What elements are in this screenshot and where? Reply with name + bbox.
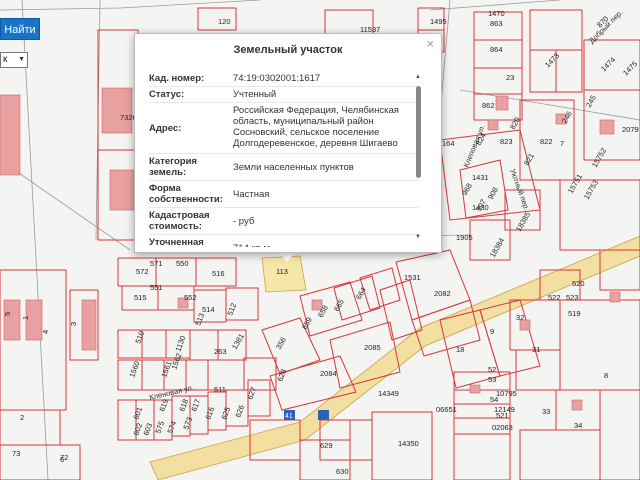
parcel-label: 10795: [496, 389, 517, 398]
parcel-label: 862: [482, 101, 495, 110]
row-value: 714 кв.м: [233, 235, 417, 248]
popup-tail: [278, 252, 296, 262]
parcel-label: 521: [496, 411, 509, 420]
layer-select-value: к: [3, 54, 8, 65]
row-value: Российская Федерация, Челябинская област…: [233, 105, 399, 149]
row-label: Уточненная площадь:: [149, 237, 204, 247]
parcel-label: 06651: [436, 405, 457, 414]
parcel-label: 7: [560, 139, 564, 148]
parcel-label: 551: [150, 283, 163, 292]
parcel-label: 2: [20, 413, 24, 422]
info-row-area: Уточненная площадь: 714 кв.м: [149, 235, 419, 247]
parcel-label: 516: [212, 269, 225, 278]
road-badge: 41: [285, 413, 293, 420]
parcel-label: 550: [176, 259, 189, 268]
info-row-cadastral-number: Кад. номер: 74:19:0302001:1617: [149, 71, 419, 87]
parcel-label: 72: [60, 453, 68, 462]
parcel-label: 14350: [398, 439, 419, 448]
parcel-label: 23: [506, 73, 514, 82]
parcel-label: 822: [540, 137, 553, 146]
parcel-label: 8: [604, 371, 608, 380]
row-label: Категория земель:: [149, 156, 197, 178]
parcel-label: 2084: [320, 369, 337, 378]
parcel-label: 1: [21, 316, 30, 320]
scroll-thumb[interactable]: [416, 86, 421, 178]
parcel-label: 1470: [488, 9, 505, 18]
row-label: Кад. номер:: [149, 73, 205, 84]
row-label: Адрес:: [149, 122, 182, 134]
parcel-label: 3: [69, 322, 78, 326]
parcel-label: 863: [490, 19, 503, 28]
row-label: Кадастровая стоимость:: [149, 210, 210, 232]
parcel-label: 515: [134, 293, 147, 302]
parcel-label: 2079: [622, 125, 639, 134]
row-label: Форма собственности:: [149, 183, 223, 205]
parcel-info-popup: Земельный участок × Кад. номер: 74:19:03…: [134, 33, 442, 253]
parcel-label: 113: [276, 267, 288, 276]
parcel-label: 630: [336, 467, 349, 476]
scroll-up-icon[interactable]: ▲: [415, 74, 421, 80]
find-button[interactable]: Найти: [0, 18, 40, 40]
row-value: Учтенный: [233, 89, 277, 100]
close-icon[interactable]: ×: [426, 36, 434, 51]
parcel-label: 34: [574, 421, 582, 430]
parcel-label: 520: [572, 279, 585, 288]
parcel-label: 1495: [430, 17, 447, 26]
parcel-label: 629: [320, 441, 333, 450]
parcel-label: 02063: [492, 423, 513, 432]
parcel-label: 514: [202, 305, 215, 314]
parcel-label: 9: [490, 327, 494, 336]
parcel-label: 32: [516, 313, 524, 322]
popup-scrollbar[interactable]: ▲ ▼: [415, 74, 422, 244]
parcel-label: 164: [442, 139, 455, 148]
parcel-label: 522: [548, 293, 561, 302]
parcel-label: 120: [218, 17, 231, 26]
parcel-label: 73: [12, 449, 20, 458]
parcel-label: 511: [214, 385, 226, 394]
parcel-label: 54: [490, 395, 498, 404]
info-row-ownership: Форма собственности: Частная: [149, 181, 419, 208]
info-row-status: Статус: Учтенный: [149, 87, 419, 103]
layer-select[interactable]: к ▼: [0, 52, 28, 68]
parcel-label: 552: [184, 293, 197, 302]
parcel-label: 2082: [434, 289, 451, 298]
popup-body: Кад. номер: 74:19:0302001:1617 Статус: У…: [149, 71, 419, 247]
parcel-label: 571: [150, 259, 163, 268]
parcel-label: 1531: [404, 273, 421, 282]
parcel-label: 53: [488, 375, 496, 384]
info-row-cadastral-value: Кадастровая стоимость: - руб: [149, 208, 419, 235]
parcel-label: 519: [568, 309, 581, 318]
parcel-label: 33: [542, 407, 550, 416]
parcel-label: 1431: [472, 173, 489, 182]
parcel-label: 14349: [378, 389, 399, 398]
parcel-label: 18: [456, 345, 464, 354]
parcel-label: 864: [490, 45, 503, 54]
parcel-label: 5: [3, 312, 12, 316]
parcel-label: 823: [500, 137, 513, 146]
parcel-label: 263: [214, 347, 227, 356]
chevron-down-icon: ▼: [18, 56, 25, 63]
parcel-label: 1905: [456, 233, 473, 242]
parcel-label: 4: [41, 330, 50, 334]
info-row-address: Адрес: Российская Федерация, Челябинская…: [149, 103, 419, 154]
row-label: Статус:: [149, 89, 185, 100]
parcel-label: 52: [488, 365, 496, 374]
row-value: - руб: [233, 215, 255, 227]
parcel-label: 523: [566, 293, 579, 302]
row-value: Земли населенных пунктов: [233, 161, 354, 173]
info-row-land-category: Категория земель: Земли населенных пункт…: [149, 154, 419, 181]
row-value: Частная: [233, 188, 270, 200]
parcel-label: 2085: [364, 343, 381, 352]
row-value: 74:19:0302001:1617: [233, 73, 321, 84]
parcel-label: 31: [532, 345, 540, 354]
popup-title: Земельный участок: [233, 44, 343, 56]
scroll-down-icon[interactable]: ▼: [415, 234, 421, 240]
parcel-label: 572: [136, 267, 149, 276]
